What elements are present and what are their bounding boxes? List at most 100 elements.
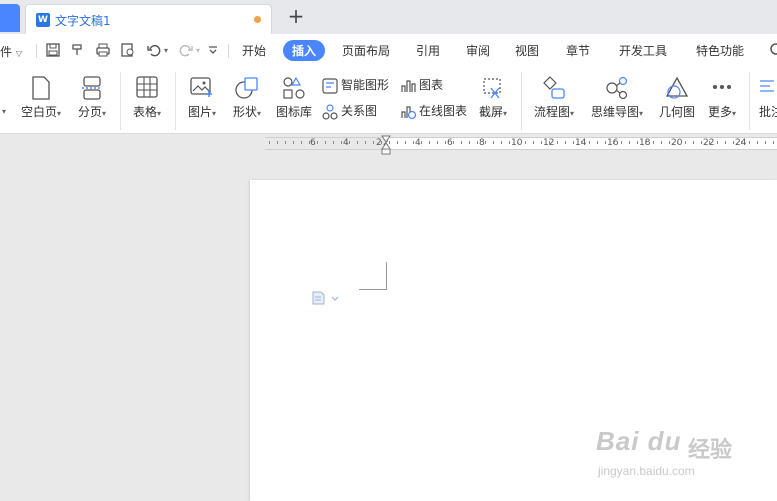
watermark-brand: Bai du bbox=[596, 426, 682, 456]
chevron-down-icon[interactable]: ▾ bbox=[2, 107, 6, 116]
tab-view[interactable]: 视图 bbox=[515, 42, 539, 59]
indent-marker-icon[interactable] bbox=[381, 135, 391, 155]
ruler-tick bbox=[757, 141, 758, 144]
print-preview-icon[interactable] bbox=[120, 42, 136, 58]
more-button[interactable]: 更多▾ bbox=[702, 68, 742, 134]
online-chart-label: 在线图表 bbox=[419, 104, 468, 118]
divider bbox=[120, 72, 121, 130]
document-tab[interactable]: W 文字文稿1 bbox=[25, 4, 272, 34]
ruler-tick bbox=[453, 141, 454, 144]
ruler-tick bbox=[485, 141, 486, 144]
tab-page-layout[interactable]: 页面布局 bbox=[342, 42, 390, 59]
tab-home[interactable]: 开始 bbox=[242, 42, 266, 59]
tab-developer[interactable]: 开发工具 bbox=[619, 42, 667, 59]
ruler-tick bbox=[749, 141, 750, 144]
geometry-label: 几何图 bbox=[658, 105, 695, 119]
picture-button[interactable]: 图片▾ bbox=[181, 68, 223, 134]
file-menu[interactable]: 件 ▽ bbox=[0, 43, 22, 60]
ruler-tick bbox=[765, 141, 766, 144]
baidu-watermark: Bai du 经验 jingyan.baidu.com bbox=[592, 418, 742, 486]
flowchart-icon bbox=[543, 76, 565, 99]
online-chart-button[interactable]: 在线图表 bbox=[400, 102, 467, 120]
geometry-button[interactable]: 几何图 bbox=[655, 68, 699, 134]
mindmap-label: 思维导图 bbox=[590, 105, 639, 119]
undo-icon[interactable] bbox=[146, 42, 162, 58]
format-painter-icon[interactable] bbox=[70, 42, 86, 58]
divider bbox=[228, 44, 229, 58]
tab-sections[interactable]: 章节 bbox=[566, 42, 590, 59]
smart-art-label: 智能图形 bbox=[341, 78, 390, 92]
ruler-tick bbox=[589, 141, 590, 144]
tab-references[interactable]: 引用 bbox=[416, 42, 440, 59]
screenshot-button[interactable]: 截屏▾ bbox=[472, 68, 514, 134]
save-icon[interactable] bbox=[45, 42, 61, 58]
ruler-tick bbox=[773, 141, 774, 144]
ruler-tick bbox=[365, 141, 366, 144]
search-icon[interactable] bbox=[769, 42, 777, 58]
mindmap-icon bbox=[606, 76, 628, 100]
ruler-tick bbox=[701, 141, 702, 144]
blank-page-icon bbox=[32, 76, 50, 100]
tab-bar: W 文字文稿1 + bbox=[0, 0, 777, 34]
ruler-tick bbox=[421, 141, 422, 144]
home-tab[interactable] bbox=[0, 4, 20, 32]
ruler-tick bbox=[269, 141, 270, 144]
ruler-tick bbox=[405, 141, 406, 144]
comment-button[interactable]: 批注 bbox=[755, 68, 777, 134]
shape-button[interactable]: 形状▾ bbox=[227, 68, 267, 134]
tab-review[interactable]: 审阅 bbox=[466, 42, 490, 59]
ruler-tick bbox=[413, 141, 414, 144]
ruler-tick bbox=[477, 141, 478, 144]
ruler-number: 6 bbox=[310, 138, 316, 148]
ruler-tick bbox=[653, 141, 654, 144]
chart-button[interactable]: 图表 bbox=[400, 76, 443, 94]
ruler-tick bbox=[557, 141, 558, 144]
ruler-tick bbox=[565, 141, 566, 144]
ruler-tick bbox=[661, 141, 662, 144]
ruler-margin-area bbox=[265, 138, 387, 149]
icon-library-button[interactable]: 图标库 bbox=[272, 68, 316, 134]
redo-dropdown-icon[interactable]: ▾ bbox=[196, 46, 200, 55]
ruler-tick bbox=[669, 141, 670, 144]
mindmap-button[interactable]: 思维导图▾ bbox=[586, 68, 648, 134]
tab-insert[interactable]: 插入 bbox=[283, 40, 326, 61]
ruler-number: 8 bbox=[479, 138, 485, 148]
undo-dropdown-icon[interactable]: ▾ bbox=[164, 46, 168, 55]
customize-toolbar-icon[interactable] bbox=[205, 42, 221, 58]
ruler-tick bbox=[437, 141, 438, 144]
relation-chart-icon bbox=[322, 103, 338, 120]
divider bbox=[175, 72, 176, 130]
table-button[interactable]: 表格▾ bbox=[126, 68, 168, 134]
insert-ribbon: ▾ 空白页▾ 分页▾ 表格▾ 图片▾ 形状▾ 图标库 智能图形 图表 关系图 在… bbox=[0, 68, 777, 134]
ruler-tick bbox=[293, 141, 294, 144]
paste-options-icon bbox=[312, 291, 339, 305]
flowchart-button[interactable]: 流程图▾ bbox=[528, 68, 580, 134]
ruler-tick bbox=[573, 141, 574, 144]
tab-special-features[interactable]: 特色功能 bbox=[696, 42, 744, 59]
ruler-tick bbox=[637, 141, 638, 144]
ruler-tick bbox=[325, 141, 326, 144]
icon-library-icon bbox=[283, 76, 305, 99]
shape-label: 形状 bbox=[232, 105, 257, 119]
page-break-button[interactable]: 分页▾ bbox=[72, 68, 112, 134]
ruler-tick bbox=[605, 141, 606, 144]
blank-page-button[interactable]: 空白页▾ bbox=[16, 68, 66, 134]
ruler-tick bbox=[517, 141, 518, 144]
ruler-number: 6 bbox=[447, 138, 453, 148]
smart-art-button[interactable]: 智能图形 bbox=[322, 76, 389, 94]
screenshot-label: 截屏 bbox=[478, 105, 503, 119]
unsaved-dot-icon bbox=[254, 16, 261, 23]
new-tab-button[interactable]: + bbox=[286, 6, 306, 28]
ruler-tick bbox=[525, 141, 526, 144]
geometry-icon bbox=[665, 76, 689, 99]
comment-label: 批注 bbox=[759, 105, 777, 119]
relation-chart-button[interactable]: 关系图 bbox=[322, 102, 377, 120]
divider bbox=[749, 72, 750, 130]
ruler-tick bbox=[613, 141, 614, 144]
print-icon[interactable] bbox=[95, 42, 111, 58]
text-area-corner-mark bbox=[359, 262, 387, 290]
ruler-tick bbox=[741, 141, 742, 144]
ruler-tick bbox=[693, 141, 694, 144]
paragraph-options[interactable] bbox=[312, 291, 340, 308]
redo-icon[interactable] bbox=[178, 42, 194, 58]
